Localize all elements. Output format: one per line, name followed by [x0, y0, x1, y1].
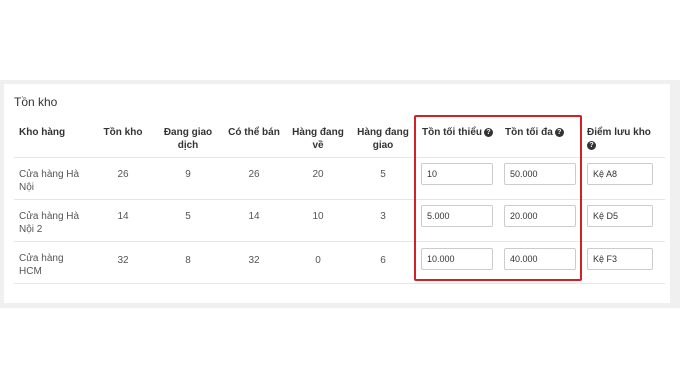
cell-warehouse: Cửa hàng HCM [19, 253, 64, 277]
location-input[interactable]: Kệ D5 [587, 205, 653, 227]
cell-incoming: 0 [315, 255, 321, 266]
cell-available: 14 [248, 211, 260, 222]
cell-stock: 14 [117, 211, 129, 222]
location-input[interactable]: Kệ F3 [587, 248, 653, 270]
max-stock-input[interactable]: 40.000 [504, 248, 576, 270]
cell-available: 32 [248, 255, 260, 266]
panel-title: Tồn kho [14, 95, 58, 109]
header-divider [14, 157, 665, 158]
header-stock: Tồn kho [103, 127, 143, 138]
inventory-panel [4, 84, 670, 303]
header-max-stock: Tồn tối đa? [505, 126, 581, 139]
min-stock-input[interactable]: 10.000 [421, 248, 493, 270]
help-icon[interactable]: ? [587, 140, 596, 150]
cell-delivering: 6 [380, 255, 386, 266]
row-divider [14, 283, 665, 284]
header-location-label: Điểm lưu kho [587, 127, 651, 138]
cell-delivering: 3 [380, 211, 386, 222]
row-divider [14, 241, 665, 242]
max-stock-input[interactable]: 20.000 [504, 205, 576, 227]
cell-in-transaction: 8 [185, 255, 191, 266]
help-icon[interactable]: ? [484, 127, 493, 137]
header-in-transaction: Đang giao dịch [163, 127, 213, 151]
max-stock-input[interactable]: 50.000 [504, 163, 576, 185]
cell-available: 26 [248, 169, 260, 180]
min-stock-input[interactable]: 10 [421, 163, 493, 185]
cell-stock: 26 [117, 169, 129, 180]
header-location: Điểm lưu kho? [587, 126, 657, 152]
min-stock-input[interactable]: 5.000 [421, 205, 493, 227]
header-delivering: Hàng đang giao [357, 127, 409, 151]
header-warehouse: Kho hàng [19, 127, 66, 138]
cell-in-transaction: 5 [185, 211, 191, 222]
help-icon[interactable]: ? [554, 127, 564, 137]
cell-in-transaction: 9 [185, 169, 191, 180]
header-max-stock-label: Tồn tối đa [505, 127, 553, 138]
cell-stock: 32 [117, 255, 129, 266]
row-divider [14, 199, 665, 200]
header-min-stock: Tồn tối thiểu? [422, 126, 504, 139]
cell-incoming: 20 [312, 169, 324, 180]
location-input[interactable]: Kệ A8 [587, 163, 653, 185]
header-incoming: Hàng đang về [292, 127, 344, 151]
cell-warehouse: Cửa hàng Hà Nội 2 [19, 211, 80, 235]
header-available: Có thể bán [228, 127, 280, 138]
cell-incoming: 10 [312, 211, 324, 222]
cell-delivering: 5 [380, 169, 386, 180]
cell-warehouse: Cửa hàng Hà Nội [19, 169, 80, 193]
header-min-stock-label: Tồn tối thiểu [422, 127, 482, 138]
